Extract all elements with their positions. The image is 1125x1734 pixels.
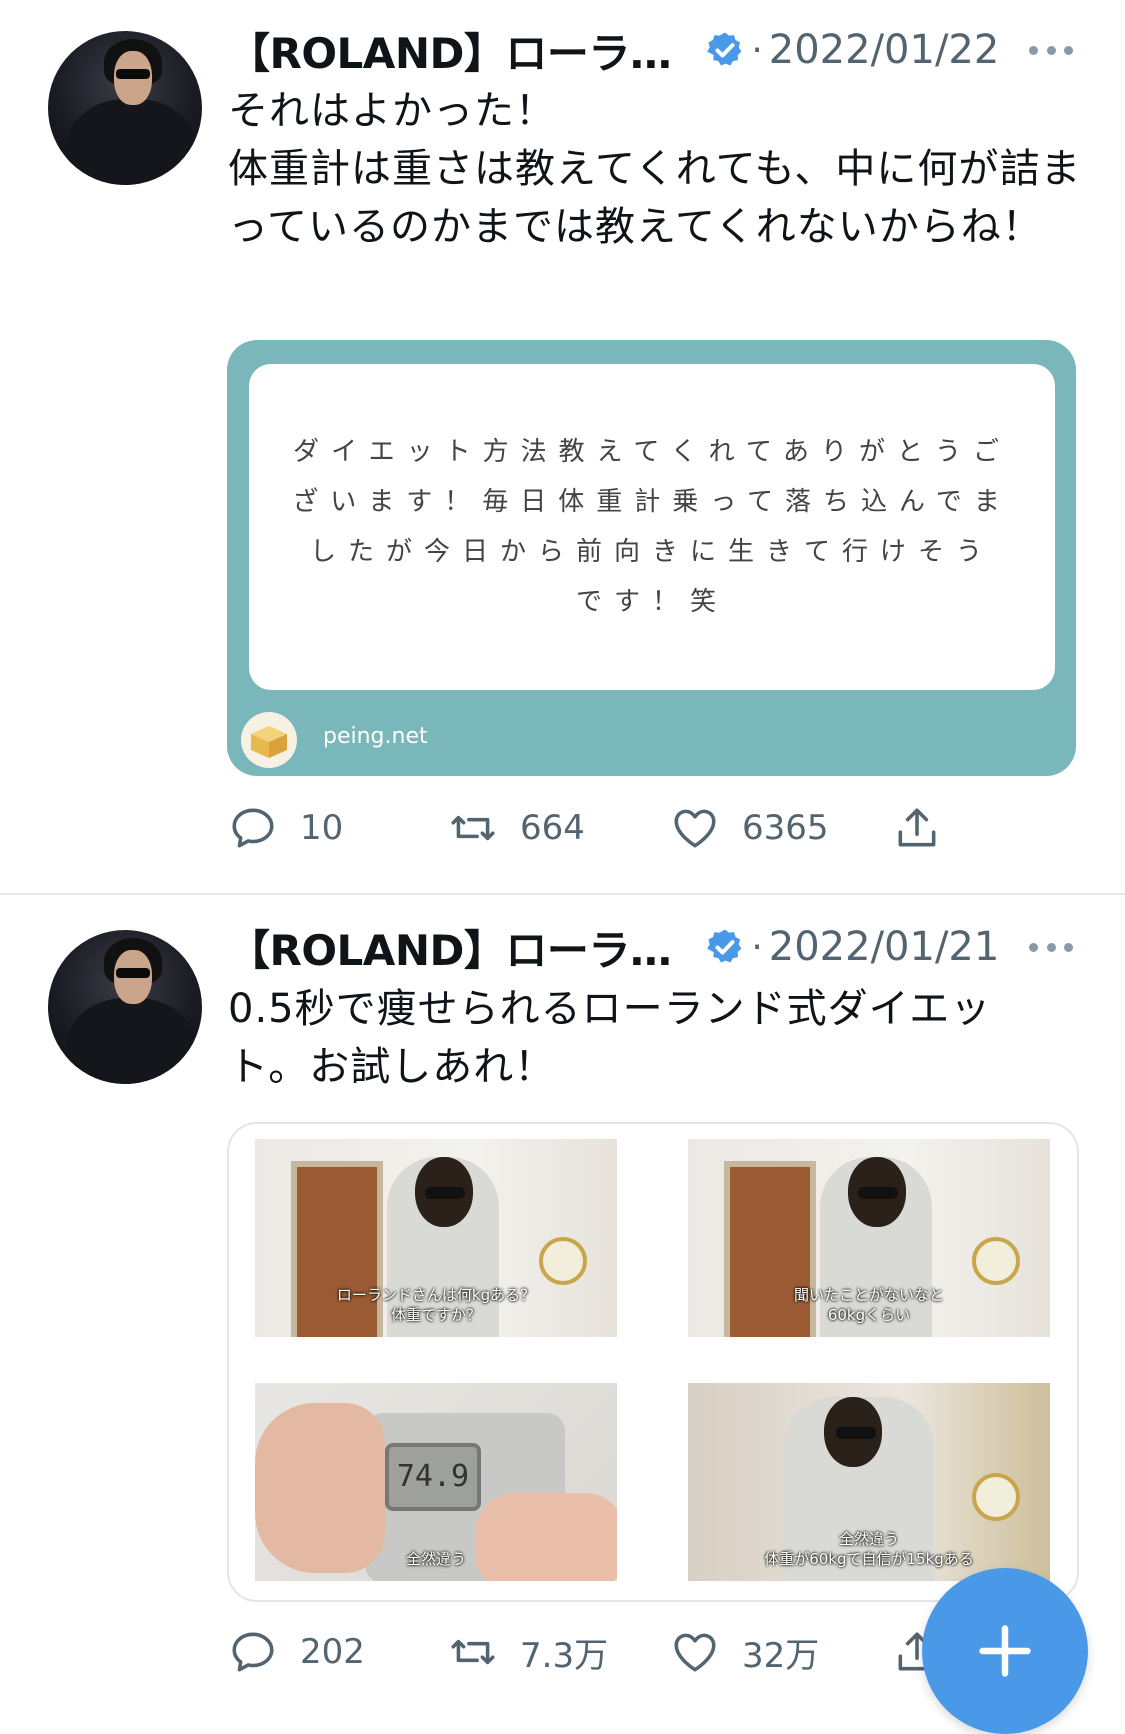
like-button[interactable]: 32万	[670, 1624, 819, 1680]
video-caption: 全然違う	[405, 1550, 466, 1568]
media-thumbnail-1[interactable]: ローランドさんは何kgある？ 体重ですか？	[255, 1139, 617, 1337]
retweet-button[interactable]: 664	[448, 800, 585, 856]
retweet-count: 7.3万	[520, 1635, 609, 1676]
share-upload-icon	[898, 808, 936, 847]
scale-display: 74.9	[385, 1443, 481, 1511]
reply-count: 202	[300, 1632, 365, 1672]
reply-count: 10	[300, 808, 344, 848]
author-name[interactable]: 【ROLAND】ローラ…	[228, 20, 672, 81]
author-avatar[interactable]	[48, 31, 202, 185]
share-button[interactable]	[892, 800, 942, 856]
more-options-icon[interactable]	[1029, 44, 1073, 56]
retweet-button[interactable]: 7.3万	[448, 1624, 608, 1680]
verified-badge-icon	[707, 32, 742, 66]
more-options-icon[interactable]	[1029, 941, 1073, 953]
like-count: 32万	[742, 1635, 820, 1676]
author-avatar[interactable]	[48, 930, 202, 1084]
video-caption: 全然違う 体重が60kgで自信が15kgある	[764, 1530, 974, 1568]
separator-dot: ·	[751, 926, 763, 968]
author-name[interactable]: 【ROLAND】ローラ…	[228, 917, 672, 978]
peing-question-card[interactable]: ダイエット方法教えてくれてありがとうございます！毎日体重計乗って落ち込んでました…	[227, 340, 1076, 776]
tweet-header: 【ROLAND】ローラ… · 2022/01/22	[228, 22, 999, 78]
like-button[interactable]: 6365	[670, 800, 829, 856]
media-thumbnail-4[interactable]: 全然違う 体重が60kgで自信が15kgある	[688, 1383, 1050, 1581]
tweet-text: それはよかった！ 体重計は重さは教えてくれても、中に何が詰まっているのかまでは教…	[228, 88, 1082, 250]
media-grid: ローランドさんは何kgある？ 体重ですか？ 聞いたことがないなと 60kgくらい…	[227, 1122, 1079, 1602]
reply-bubble-icon	[232, 1632, 274, 1672]
retweet-icon	[451, 1639, 495, 1665]
heart-icon	[674, 1633, 716, 1672]
reply-button[interactable]: 10	[228, 800, 343, 856]
tweet-actions: 10 664 6365	[228, 800, 988, 856]
video-caption: 聞いたことがないなと 60kgくらい	[793, 1286, 944, 1324]
peing-box-icon	[241, 712, 297, 768]
reply-button[interactable]: 202	[228, 1624, 365, 1680]
media-thumbnail-3[interactable]: 74.9 全然違う	[255, 1383, 617, 1581]
separator-dot: ·	[751, 29, 763, 71]
tweet-date[interactable]: 2022/01/21	[769, 924, 1000, 970]
question-box: ダイエット方法教えてくれてありがとうございます！毎日体重計乗って落ち込んでました…	[249, 364, 1055, 690]
video-caption: ローランドさんは何kgある？ 体重ですか？	[336, 1286, 536, 1324]
heart-icon	[674, 809, 716, 848]
retweet-count: 664	[520, 808, 585, 848]
reply-bubble-icon	[232, 808, 274, 848]
verified-badge-icon	[707, 929, 742, 963]
like-count: 6365	[742, 808, 829, 848]
retweet-icon	[451, 815, 495, 841]
tweet-actions: 202 7.3万 32万	[228, 1624, 988, 1680]
peing-site-label: peing.net	[323, 724, 428, 749]
tweet-1[interactable]: 【ROLAND】ローラ… · 2022/01/22 それはよかった！ 体重計は重…	[0, 0, 1125, 893]
media-thumbnail-2[interactable]: 聞いたことがないなと 60kgくらい	[688, 1139, 1050, 1337]
question-text: ダイエット方法教えてくれてありがとうございます！毎日体重計乗って落ち込んでました…	[292, 437, 1012, 617]
compose-tweet-button[interactable]	[922, 1568, 1088, 1734]
tweet-date[interactable]: 2022/01/22	[769, 27, 1000, 73]
plus-icon	[979, 1625, 1031, 1677]
tweet-header: 【ROLAND】ローラ… · 2022/01/21	[228, 919, 999, 975]
tweet-text: 0.5秒で痩せられるローランド式ダイエット。お試しあれ！	[228, 986, 992, 1090]
